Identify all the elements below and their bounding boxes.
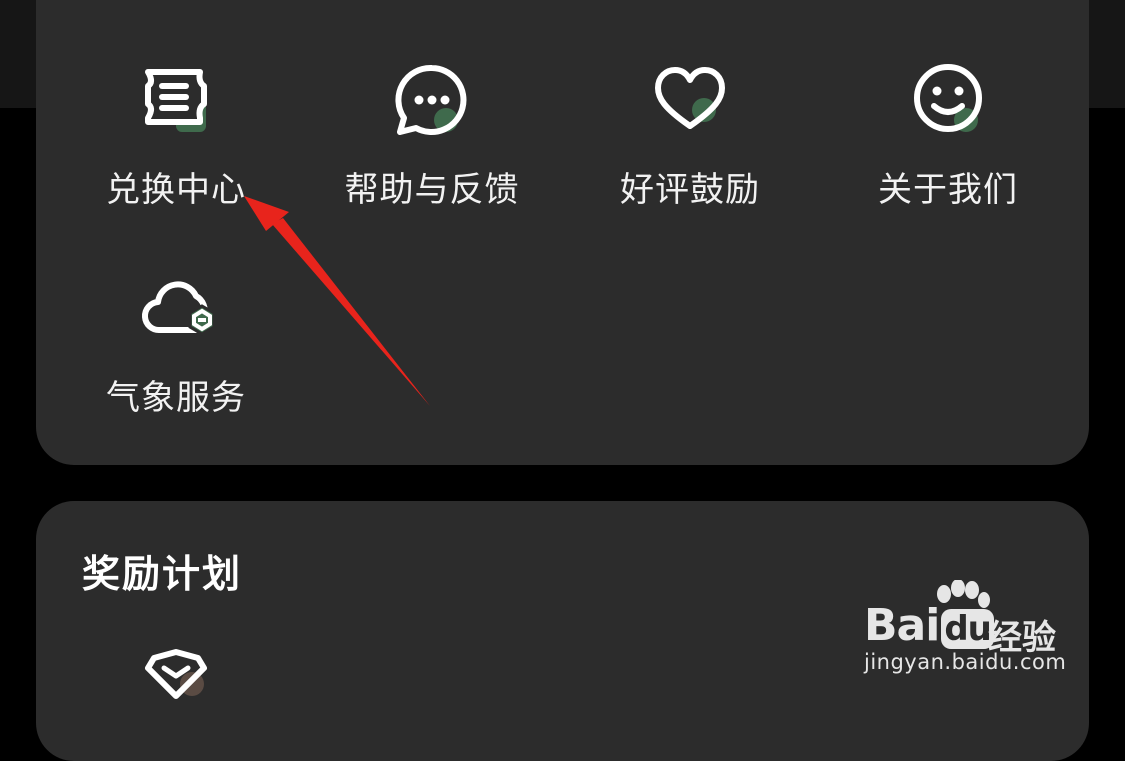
baidu-jingyan-watermark: Bai du 经验 jingyan.baidu.com	[858, 580, 1078, 680]
about-us-label: 关于我们	[878, 170, 1018, 210]
weather-service-label: 气象服务	[106, 378, 246, 418]
chat-bubble-icon	[382, 62, 482, 152]
cloud-icon	[126, 270, 226, 360]
ticket-icon	[126, 62, 226, 152]
rate-encourage-item[interactable]: 好评鼓励	[590, 62, 790, 211]
reward-plan-item[interactable]	[76, 648, 276, 738]
about-us-item[interactable]: 关于我们	[848, 62, 1048, 211]
logo-du: du	[941, 609, 994, 649]
smiley-icon	[898, 62, 998, 152]
logo-bai: Bai	[864, 600, 940, 651]
baidu-logo: Bai du	[864, 600, 994, 651]
weather-service-item[interactable]: 气象服务	[76, 270, 276, 419]
redeem-center-item[interactable]: 兑换中心	[76, 62, 276, 211]
heart-icon	[640, 62, 740, 152]
watermark-url: jingyan.baidu.com	[864, 650, 1067, 674]
rewards-section-title: 奖励计划	[82, 552, 243, 596]
diamond-icon	[126, 648, 226, 738]
help-feedback-item[interactable]: 帮助与反馈	[332, 62, 532, 211]
help-feedback-label: 帮助与反馈	[344, 170, 520, 210]
rate-encourage-label: 好评鼓励	[620, 170, 760, 210]
redeem-center-label: 兑换中心	[106, 170, 246, 210]
